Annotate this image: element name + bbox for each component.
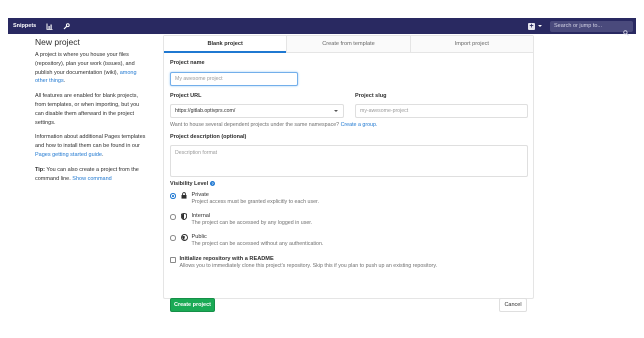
public-desc: The project can be accessed without any … [191, 241, 324, 247]
visibility-option-internal[interactable]: Internal The project can be accessed by … [170, 213, 312, 227]
admin-wrench-icon[interactable] [62, 22, 70, 30]
project-url-label: Project URL [170, 93, 202, 99]
project-name-label: Project name [170, 60, 205, 66]
tab-create-from-template[interactable]: Create from template [286, 36, 410, 52]
project-name-input[interactable] [170, 72, 298, 86]
visibility-option-private[interactable]: Private Project access must be granted e… [170, 192, 319, 206]
intro-end: . [63, 78, 66, 85]
description-label: Project description (optional) [170, 134, 247, 140]
visibility-level-label: Visibility Level? [170, 181, 216, 187]
visibility-label-text: Visibility Level [170, 181, 209, 187]
cancel-button[interactable]: Cancel [499, 298, 527, 312]
private-radio[interactable] [170, 193, 176, 199]
lock-icon [181, 192, 188, 199]
pages-end: . [101, 151, 104, 158]
intro-paragraph: A project is where you house your files … [35, 51, 149, 86]
globe-icon [180, 234, 188, 241]
project-slug-label: Project slug [355, 93, 387, 99]
visibility-option-public[interactable]: Public The project can be accessed witho… [170, 234, 323, 248]
private-desc: Project access must be granted explicitl… [191, 199, 319, 205]
pages-guide-link[interactable]: Pages getting started guide [35, 152, 102, 158]
group-help-message: Want to house several dependent projects… [170, 122, 341, 128]
chevron-down-icon [538, 25, 542, 27]
tip-paragraph: Tip: You can also create a project from … [35, 166, 149, 184]
features-paragraph: All features are enabled for blank proje… [35, 93, 140, 126]
public-title: Public [191, 234, 207, 240]
public-radio[interactable] [170, 235, 176, 241]
new-dropdown-button[interactable]: + [528, 22, 542, 30]
question-icon[interactable]: ? [210, 181, 216, 187]
project-url-value: https://gitlab.optivprs.com/ [175, 108, 236, 114]
activity-chart-icon[interactable] [45, 22, 53, 30]
project-tabs: Blank project Create from template Impor… [164, 36, 533, 53]
internal-title: Internal [191, 213, 211, 219]
readme-desc: Allows you to immediately clone this pro… [179, 263, 438, 269]
pages-text: Information about additional Pages templ… [35, 134, 146, 150]
create-group-link[interactable]: Create a group. [341, 122, 378, 128]
internal-desc: The project can be accessed by any logge… [191, 220, 313, 226]
readme-checkbox[interactable] [170, 257, 176, 263]
readme-option[interactable]: Initialize repository with a README Allo… [170, 256, 437, 270]
project-slug-input[interactable] [355, 104, 528, 118]
tab-import-project[interactable]: Import project [409, 36, 533, 52]
new-project-sidebar: New project A project is where you house… [35, 37, 149, 189]
group-help-text: Want to house several dependent projects… [170, 122, 377, 128]
top-navbar: Snippets + [8, 18, 636, 36]
internal-radio[interactable] [170, 214, 176, 220]
pages-paragraph: Information about additional Pages templ… [35, 133, 149, 159]
create-project-button[interactable]: Create project [170, 298, 215, 312]
new-project-panel: Blank project Create from template Impor… [163, 35, 534, 312]
tab-blank-project[interactable]: Blank project [164, 36, 287, 53]
search-icon [623, 23, 629, 41]
readme-title: Initialize repository with a README [179, 256, 274, 262]
chevron-down-icon [334, 110, 338, 112]
tip-label: Tip: [35, 166, 45, 173]
project-url-select[interactable]: https://gitlab.optivprs.com/ [170, 104, 344, 118]
page-title: New project [35, 37, 80, 47]
plus-icon: + [528, 22, 535, 30]
search-box[interactable] [550, 20, 633, 36]
nav-snippets-link[interactable]: Snippets [13, 23, 36, 29]
private-title: Private [191, 192, 209, 198]
search-input[interactable] [550, 23, 620, 29]
show-command-link[interactable]: Show command [72, 176, 111, 182]
description-textarea[interactable] [170, 145, 528, 177]
shield-icon [181, 213, 188, 220]
